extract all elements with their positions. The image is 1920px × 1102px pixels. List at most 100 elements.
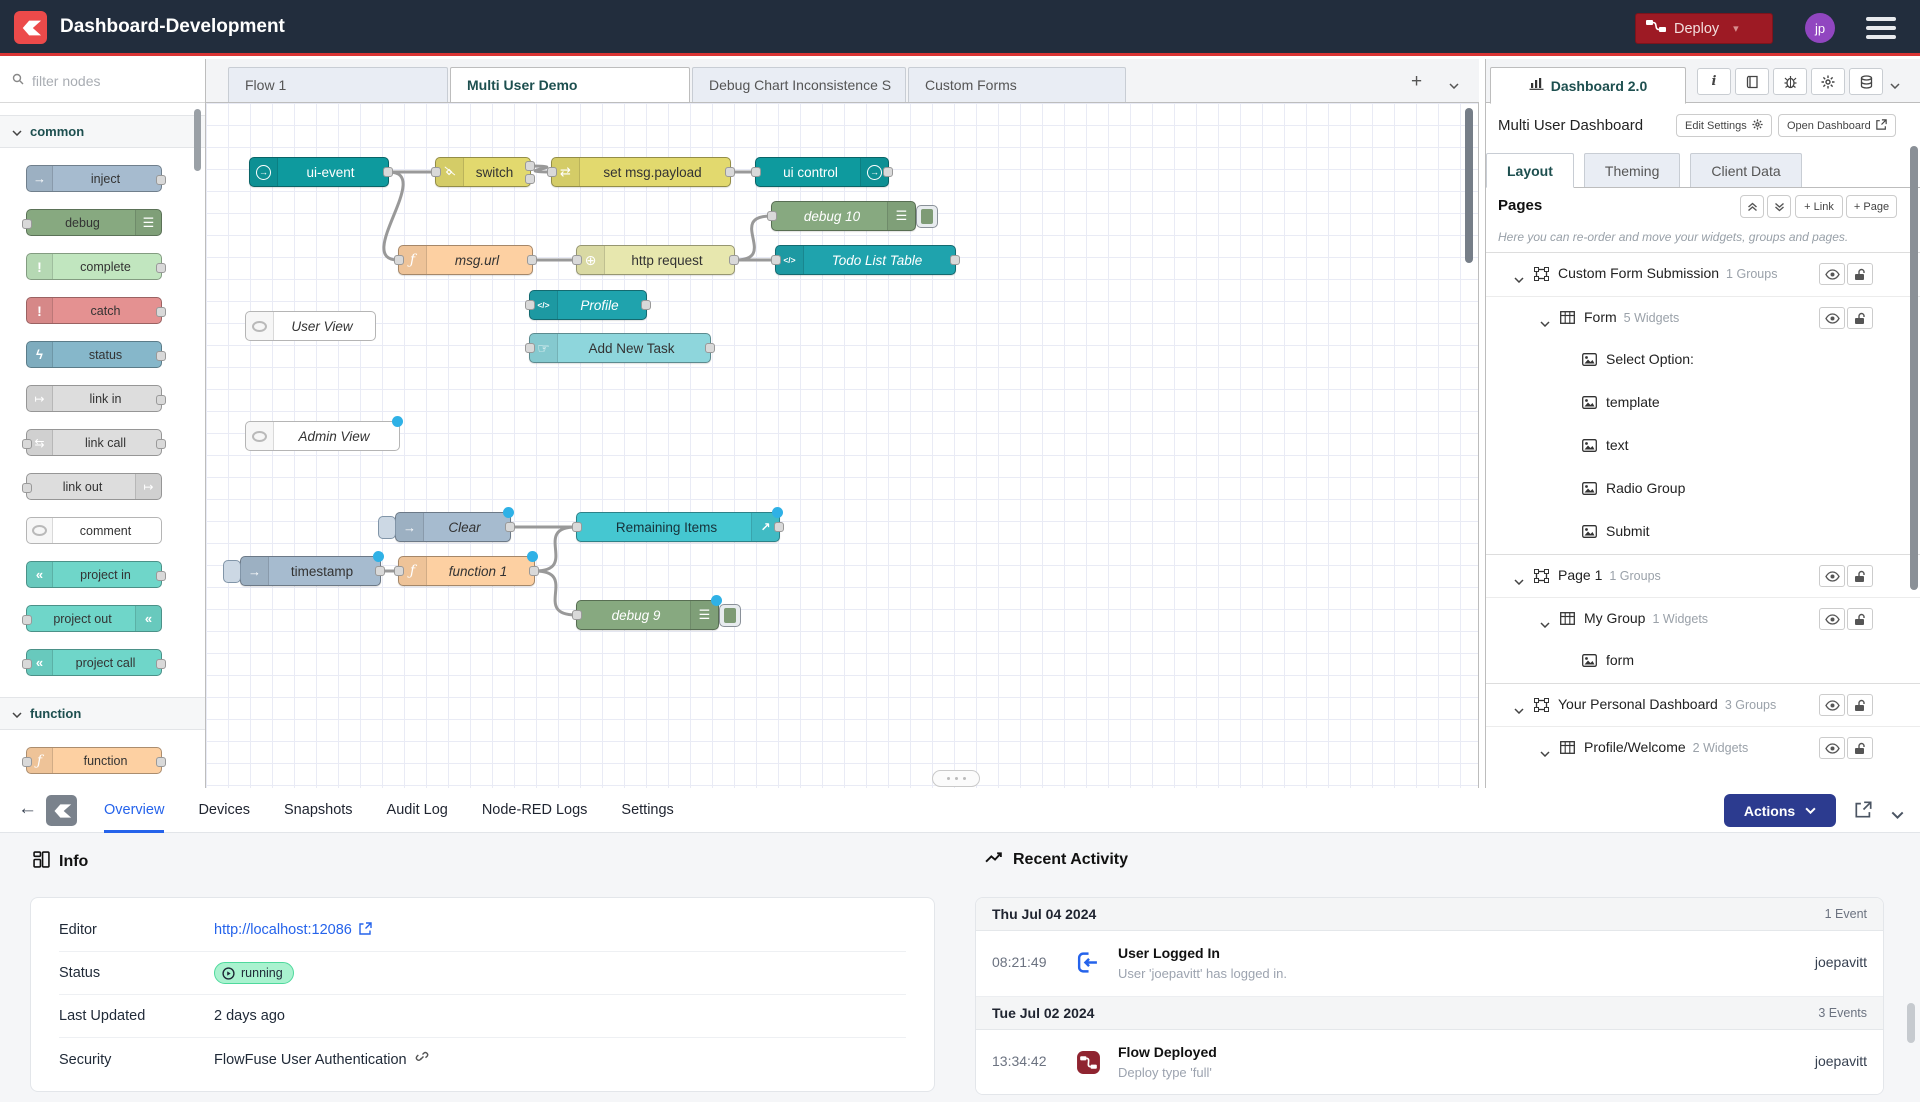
activity-event-row[interactable]: 13:34:42Flow DeployedDeploy type 'full'j… — [976, 1030, 1883, 1095]
back-button[interactable]: ← — [18, 798, 37, 820]
canvas-vertical-scrollbar[interactable] — [1465, 108, 1473, 263]
flow-node-Add-New-Task[interactable]: ☞Add New Task — [529, 333, 711, 363]
tree-row-group[interactable]: Profile/Welcome2 Widgets — [1486, 726, 1920, 769]
input-port[interactable] — [572, 255, 582, 265]
input-port[interactable] — [771, 255, 781, 265]
unlock-button[interactable] — [1847, 307, 1873, 329]
input-port[interactable] — [572, 610, 582, 620]
flow-tab[interactable]: Multi User Demo — [450, 67, 690, 103]
flow-node-Profile[interactable]: </>Profile — [529, 290, 647, 320]
output-port[interactable] — [725, 167, 735, 177]
tree-row-widget[interactable]: form — [1486, 640, 1920, 683]
chevron-down-icon[interactable] — [1540, 314, 1550, 332]
flow-node-switch[interactable]: ⋄̸switch — [435, 157, 531, 187]
input-port[interactable] — [572, 522, 582, 532]
gear-icon[interactable] — [1811, 68, 1845, 95]
layers-icon[interactable] — [1849, 68, 1883, 95]
palette-section-function[interactable]: function — [0, 697, 206, 730]
output-port[interactable] — [883, 167, 893, 177]
flow-node-Admin-View[interactable]: Admin View — [245, 421, 400, 451]
chevron-down-icon[interactable] — [1540, 615, 1550, 633]
palette-node-complete[interactable]: !complete — [26, 253, 162, 280]
input-port[interactable] — [525, 300, 535, 310]
input-port[interactable] — [547, 167, 557, 177]
sidebar-scrollbar[interactable] — [1910, 146, 1918, 590]
palette-node-status[interactable]: ϟstatus — [26, 341, 162, 368]
chevron-down-icon[interactable] — [1514, 572, 1524, 590]
edit-settings-button[interactable]: Edit Settings — [1676, 114, 1772, 137]
palette-search-input[interactable] — [32, 73, 182, 89]
actions-button[interactable]: Actions — [1724, 794, 1836, 827]
output-port[interactable] — [705, 343, 715, 353]
link-chain-icon[interactable] — [415, 1051, 429, 1069]
unlock-button[interactable] — [1847, 737, 1873, 759]
unlock-button[interactable] — [1847, 263, 1873, 285]
output-port[interactable] — [729, 255, 739, 265]
tree-row-widget[interactable]: Select Option: — [1486, 339, 1920, 382]
flow-node-function-1[interactable]: ƒfunction 1 — [398, 556, 535, 586]
deploy-button[interactable]: Deploy ▾ — [1635, 13, 1773, 44]
tree-row-page[interactable]: Custom Form Submission1 Groups — [1486, 253, 1920, 296]
tree-row-page[interactable]: Your Personal Dashboard3 Groups — [1486, 683, 1920, 726]
input-port[interactable] — [751, 167, 761, 177]
palette-node-debug[interactable]: ☰debug — [26, 209, 162, 236]
visibility-button[interactable] — [1819, 263, 1845, 285]
debug-toggle-button[interactable] — [719, 604, 741, 627]
input-port[interactable] — [525, 343, 535, 353]
collapse-panel-icon[interactable] — [1891, 806, 1904, 824]
flow-node-User-View[interactable]: User View — [245, 311, 376, 341]
palette-node-link-out[interactable]: ↦link out — [26, 473, 162, 500]
unlock-button[interactable] — [1847, 565, 1873, 587]
open-dashboard-button[interactable]: Open Dashboard — [1778, 114, 1896, 137]
flow-node-msg.url[interactable]: ƒmsg.url — [398, 245, 533, 275]
visibility-button[interactable] — [1819, 608, 1845, 630]
tab-snapshots[interactable]: Snapshots — [284, 788, 353, 833]
flow-node-timestamp[interactable]: →timestamp — [240, 556, 381, 586]
input-port[interactable] — [394, 566, 404, 576]
palette-scrollbar[interactable] — [194, 109, 201, 171]
flow-node-Todo-List-Table[interactable]: </>Todo List Table — [775, 245, 956, 275]
flow-node-debug-9[interactable]: ☰debug 9 — [576, 600, 719, 630]
palette-node-catch[interactable]: !catch — [26, 297, 162, 324]
output-port[interactable] — [641, 300, 651, 310]
output-port[interactable] — [529, 566, 539, 576]
palette-node-project-in[interactable]: «project in — [26, 561, 162, 588]
inject-button[interactable] — [378, 516, 396, 539]
flow-tab[interactable]: Flow 1 — [228, 67, 448, 102]
tree-row-group[interactable]: Form5 Widgets — [1486, 296, 1920, 339]
tab-overview[interactable]: Overview — [104, 788, 164, 833]
visibility-button[interactable] — [1819, 565, 1845, 587]
flow-tab[interactable]: Debug Chart Inconsistence S — [692, 67, 906, 102]
unlock-button[interactable] — [1847, 694, 1873, 716]
output-port[interactable] — [383, 167, 393, 177]
tab-devices[interactable]: Devices — [198, 788, 250, 833]
tree-row-widget[interactable]: Radio Group — [1486, 468, 1920, 511]
output-port[interactable] — [950, 255, 960, 265]
debug-toggle-button[interactable] — [916, 205, 938, 228]
chevron-down-icon[interactable] — [1514, 701, 1524, 719]
tree-row-widget[interactable]: text — [1486, 425, 1920, 468]
user-avatar[interactable]: jp — [1805, 13, 1835, 43]
tab-dashboard-2[interactable]: Dashboard 2.0 — [1490, 67, 1686, 104]
sidebar-caret-icon[interactable] — [1890, 76, 1900, 94]
palette-node-link-in[interactable]: ↦link in — [26, 385, 162, 412]
visibility-button[interactable] — [1819, 737, 1845, 759]
inject-button[interactable] — [223, 560, 241, 583]
collapse-all-button[interactable] — [1740, 195, 1764, 218]
output-port-1[interactable] — [525, 161, 535, 171]
chevron-down-icon[interactable] — [1514, 270, 1524, 288]
palette-search[interactable] — [0, 59, 206, 103]
activity-event-row[interactable]: 08:21:49User Logged InUser 'joepavitt' h… — [976, 931, 1883, 997]
tab-theming[interactable]: Theming — [1584, 153, 1680, 187]
palette-node-link-call[interactable]: ⇆link call — [26, 429, 162, 456]
panel-scrollbar[interactable] — [1907, 1003, 1915, 1043]
info-icon[interactable]: i — [1697, 68, 1731, 95]
tab-node-red-logs[interactable]: Node-RED Logs — [482, 788, 588, 833]
visibility-button[interactable] — [1819, 307, 1845, 329]
editor-link[interactable]: http://localhost:12086 — [214, 922, 372, 939]
flow-node-Remaining-Items[interactable]: ↗Remaining Items — [576, 512, 780, 542]
tree-row-page[interactable]: Page 11 Groups — [1486, 554, 1920, 597]
book-icon[interactable] — [1735, 68, 1769, 95]
palette-node-function[interactable]: ƒfunction — [26, 747, 162, 774]
palette-node-inject[interactable]: →inject — [26, 165, 162, 192]
